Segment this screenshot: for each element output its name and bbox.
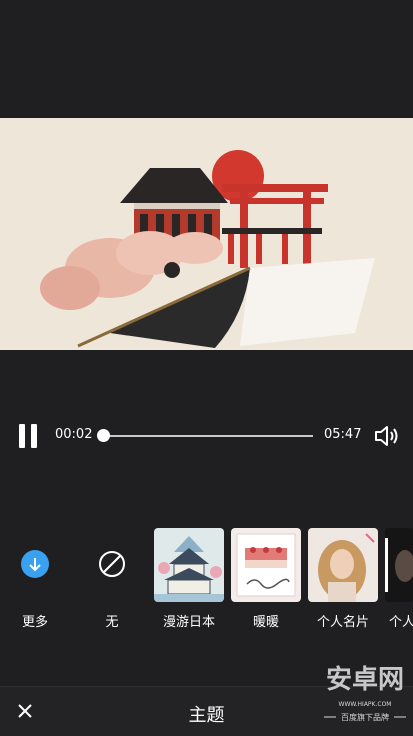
theme-item-card[interactable] — [308, 528, 378, 602]
progress-track[interactable] — [103, 435, 313, 437]
theme-label-more: 更多 — [21, 615, 48, 630]
video-preview[interactable] — [0, 118, 413, 350]
theme-label-personal: 个人 — [389, 615, 413, 630]
speaker-icon — [375, 426, 398, 446]
theme-label-warm: 暖暖 — [252, 615, 279, 630]
current-time: 00:02 — [55, 427, 93, 442]
afternoon-cake-thumbnail — [231, 528, 301, 602]
player-controls-area — [0, 350, 413, 500]
theme-label-japan: 漫游日本 — [162, 615, 215, 630]
svg-text:安卓网: 安卓网 — [326, 665, 404, 695]
pause-button[interactable] — [18, 424, 40, 448]
pause-icon — [19, 424, 25, 448]
portrait-thumbnail — [308, 528, 378, 602]
svg-text:百度旗下品牌: 百度旗下品牌 — [341, 712, 389, 722]
download-icon — [21, 550, 49, 578]
theme-label-none: 无 — [105, 615, 119, 630]
theme-item-japan[interactable] — [154, 528, 224, 602]
japan-castle-thumbnail — [154, 528, 224, 602]
theme-item-warm[interactable] — [231, 528, 301, 602]
svg-text:WWW.HIAPK.COM: WWW.HIAPK.COM — [339, 701, 392, 708]
japan-scene-illustration — [0, 118, 413, 350]
progress-knob[interactable] — [97, 429, 110, 442]
volume-button[interactable] — [374, 424, 400, 448]
theme-label-card: 个人名片 — [316, 615, 369, 630]
theme-item-personal[interactable] — [385, 528, 413, 602]
watermark-logo: 安卓网 WWW.HIAPK.COM 百度旗下品牌 — [320, 644, 410, 730]
top-black-area — [0, 0, 413, 118]
portrait-dark-thumbnail — [385, 528, 413, 602]
none-icon — [99, 551, 125, 577]
duration: 05:47 — [324, 427, 362, 442]
